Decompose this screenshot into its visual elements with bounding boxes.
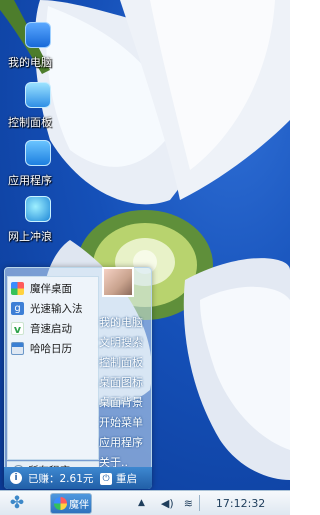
voice-launch-icon: v bbox=[11, 322, 24, 336]
desktop-icon-label: 应用程序 bbox=[8, 174, 52, 187]
calendar-icon bbox=[11, 342, 24, 355]
desktop-icon-internet[interactable]: 网上冲浪 bbox=[8, 196, 78, 244]
menu-item-input-method[interactable]: g 光速输入法 bbox=[11, 300, 95, 317]
mofan-icon bbox=[11, 282, 24, 295]
info-icon: i bbox=[10, 472, 22, 484]
link-desktop-background[interactable]: 桌面背景 bbox=[99, 393, 143, 413]
menu-item-label: 音速启动 bbox=[30, 323, 72, 335]
earned-amount: 已赚：2.61元 bbox=[28, 472, 94, 485]
clock[interactable]: 17:12:32 bbox=[216, 497, 265, 510]
app-list: 魔伴桌面 g 光速输入法 v 音速启动 哈哈日历 bbox=[7, 276, 99, 460]
control-panel-icon bbox=[25, 82, 51, 108]
start-menu-footer: i 已赚：2.61元 ⏻ 重启 bbox=[4, 467, 152, 489]
taskbar: ✤ 魔伴 ▲ ◀) ≋ 17:12:32 bbox=[0, 490, 290, 515]
desktop-icon-label: 控制面板 bbox=[8, 116, 52, 129]
globe-icon bbox=[25, 196, 51, 222]
desktop-icon-my-computer[interactable]: 我的电脑 bbox=[8, 22, 78, 70]
link-start-menu[interactable]: 开始菜单 bbox=[99, 413, 143, 433]
taskbar-item-label: 魔伴 bbox=[69, 499, 89, 511]
desktop-icon-control-panel[interactable]: 控制面板 bbox=[8, 82, 78, 130]
desktop-icon-label: 网上冲浪 bbox=[8, 230, 52, 243]
volume-icon[interactable]: ◀) bbox=[161, 497, 174, 510]
menu-item-label: 光速输入法 bbox=[30, 303, 83, 315]
link-control-panel[interactable]: 控制面板 bbox=[99, 353, 143, 373]
taskbar-item-mofan[interactable]: 魔伴 bbox=[50, 492, 92, 514]
start-button[interactable]: ✤ bbox=[6, 492, 28, 514]
menu-item-calendar[interactable]: 哈哈日历 bbox=[11, 340, 95, 357]
restart-label: 重启 bbox=[116, 473, 137, 485]
power-icon: ⏻ bbox=[100, 472, 112, 485]
tray-divider bbox=[198, 495, 200, 511]
tray-expand-icon[interactable]: ▲ bbox=[138, 498, 145, 508]
avatar[interactable] bbox=[102, 267, 134, 297]
wifi-icon[interactable]: ≋ bbox=[184, 497, 193, 510]
link-desktop-icons[interactable]: 桌面图标 bbox=[99, 373, 143, 393]
link-applications[interactable]: 应用程序 bbox=[99, 433, 143, 453]
link-my-computer[interactable]: 我的电脑 bbox=[99, 313, 143, 333]
computer-icon bbox=[25, 22, 51, 48]
menu-item-mofan-desktop[interactable]: 魔伴桌面 bbox=[11, 280, 95, 297]
menu-item-voice-launch[interactable]: v 音速启动 bbox=[11, 320, 95, 337]
link-search[interactable]: 文明搜索 bbox=[99, 333, 143, 353]
menu-item-label: 魔伴桌面 bbox=[30, 283, 72, 295]
apps-icon bbox=[25, 140, 51, 166]
input-method-icon: g bbox=[11, 302, 24, 315]
quick-links: 我的电脑 文明搜索 控制面板 桌面图标 桌面背景 开始菜单 应用程序 关于.. bbox=[99, 313, 143, 473]
desktop-icon-apps[interactable]: 应用程序 bbox=[8, 140, 78, 188]
desktop-icon-label: 我的电脑 bbox=[8, 56, 52, 69]
mofan-icon bbox=[54, 496, 67, 510]
menu-item-label: 哈哈日历 bbox=[30, 343, 72, 355]
restart-button[interactable]: ⏻ 重启 bbox=[100, 471, 137, 486]
